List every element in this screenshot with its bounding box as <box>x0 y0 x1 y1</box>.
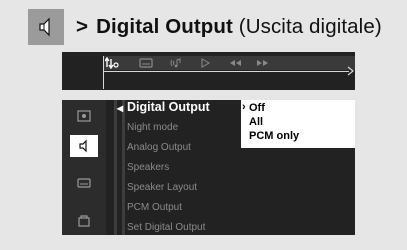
menu-item-pcm-output[interactable]: PCM Output <box>127 202 182 213</box>
option-all[interactable]: All <box>249 116 263 128</box>
menu-item-night-mode[interactable]: Night mode <box>127 122 178 133</box>
subtitle-icon[interactable] <box>74 175 94 191</box>
column-divider-2 <box>122 100 125 235</box>
title-main: Digital Output <box>96 15 233 38</box>
menu-item-analog-output[interactable]: Analog Output <box>127 142 191 153</box>
title-arrow: > <box>76 15 89 38</box>
option-pcm-only[interactable]: PCM only <box>249 130 299 142</box>
settings-body: ◂ Digital Output Night mode Analog Outpu… <box>62 100 355 235</box>
menu-item-digital-output[interactable]: Digital Output <box>127 100 210 114</box>
audio-settings-icon[interactable] <box>104 56 119 70</box>
screen-icon[interactable] <box>74 108 94 124</box>
menu-item-set-digital-output[interactable]: Set Digital Output <box>127 222 205 233</box>
speaker-icon <box>39 17 50 37</box>
fast-forward-icon[interactable] <box>255 57 271 69</box>
toolbar-underline <box>104 71 349 72</box>
menu-item-speaker-layout[interactable]: Speaker Layout <box>127 182 197 193</box>
toolbar-area <box>62 52 355 90</box>
lock-icon[interactable] <box>74 212 94 228</box>
toolbar-arrow-icon <box>347 66 354 76</box>
panel-gap <box>62 90 355 100</box>
menu-item-speakers[interactable]: Speakers <box>127 162 169 173</box>
toolbar-cursor-line <box>103 56 104 89</box>
play-icon[interactable] <box>199 57 211 69</box>
column-divider <box>114 100 117 235</box>
audio-icon[interactable] <box>169 57 183 69</box>
toolbar <box>103 56 355 70</box>
speaker-badge <box>28 9 64 45</box>
title-subtitle: (Uscita digitale) <box>238 15 382 38</box>
title-row: > Digital Output (Uscita digitale) <box>28 9 382 45</box>
speaker-icon[interactable] <box>70 135 98 157</box>
selection-cursor-icon: ◂ <box>117 101 124 115</box>
option-off[interactable]: Off <box>249 102 265 114</box>
settings-sidebar <box>62 100 106 235</box>
subtitle-icon[interactable] <box>139 57 153 69</box>
osd-panel: ◂ Digital Output Night mode Analog Outpu… <box>62 52 355 235</box>
options-popup: › Off All PCM only <box>241 100 355 148</box>
rewind-icon[interactable] <box>227 57 243 69</box>
page-title: > Digital Output (Uscita digitale) <box>76 15 382 39</box>
option-cursor-icon: › <box>242 101 246 113</box>
